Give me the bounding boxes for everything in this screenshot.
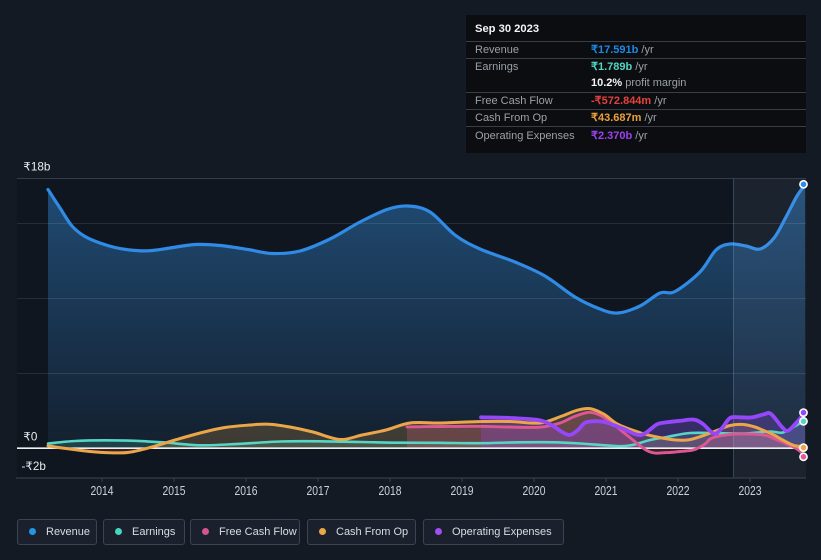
svg-text:₹18b: ₹18b: [23, 160, 50, 173]
svg-text:2022: 2022: [667, 484, 690, 498]
svg-text:₹0: ₹0: [23, 431, 37, 444]
svg-text:2018: 2018: [379, 484, 402, 498]
svg-text:2017: 2017: [307, 484, 330, 498]
svg-text:2015: 2015: [163, 484, 186, 498]
svg-text:-₹2b: -₹2b: [22, 460, 47, 473]
svg-text:2014: 2014: [91, 484, 114, 498]
svg-text:2021: 2021: [595, 484, 618, 498]
svg-text:2016: 2016: [235, 484, 258, 498]
svg-text:2020: 2020: [523, 484, 546, 498]
svg-text:2019: 2019: [451, 484, 474, 498]
svg-text:2023: 2023: [739, 484, 762, 498]
